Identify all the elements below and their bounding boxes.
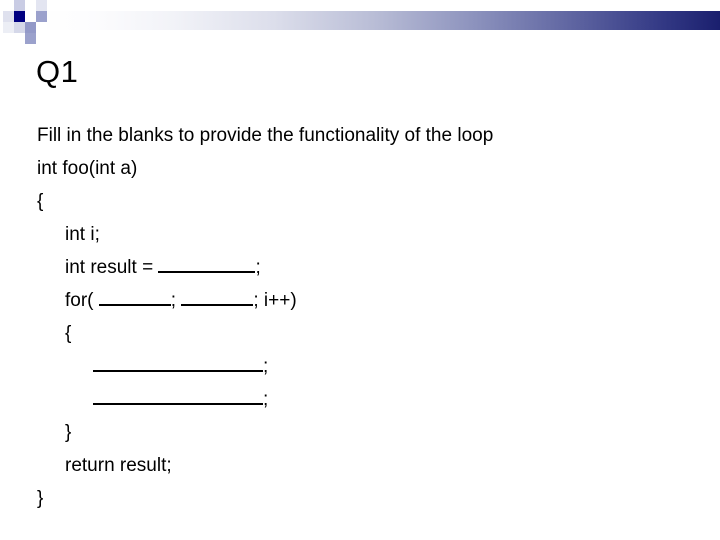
decor-square (3, 22, 14, 33)
slide: Q1 Fill in the blanks to provide the fun… (0, 0, 720, 540)
slide-header-decoration (0, 0, 720, 44)
code-text: ; (263, 389, 269, 410)
code-line: { (37, 185, 687, 218)
code-text: { (37, 191, 44, 212)
blank-field-for-init[interactable] (98, 289, 171, 306)
blank-field-body-2[interactable] (93, 388, 263, 405)
prompt-text: Fill in the blanks to provide the functi… (37, 125, 494, 146)
code-text: int result = (65, 257, 159, 278)
code-text: } (37, 488, 44, 509)
code-text: ; i++) (253, 290, 297, 311)
header-gradient-bar (0, 11, 720, 30)
decor-square (36, 11, 47, 22)
code-line: } (37, 482, 687, 515)
decor-square (3, 11, 14, 22)
code-text: int foo(int a) (37, 158, 138, 179)
code-text: ; (170, 290, 182, 311)
code-line-for: for( ; ; i++) (37, 284, 687, 317)
blank-field-for-condition[interactable] (181, 289, 254, 306)
decor-square (14, 0, 25, 11)
code-text: } (65, 422, 72, 443)
code-line: int foo(int a) (37, 152, 687, 185)
decor-square (14, 22, 25, 33)
decor-square (25, 22, 36, 33)
decor-square (25, 33, 36, 44)
code-line: int i; (37, 218, 687, 251)
decor-square (36, 22, 47, 33)
code-line: return result; (37, 449, 687, 482)
slide-body: Fill in the blanks to provide the functi… (37, 119, 687, 515)
decor-square-accent (14, 11, 25, 22)
blank-field-result[interactable] (158, 256, 256, 273)
code-text: int i; (65, 224, 100, 245)
page-title: Q1 (36, 54, 79, 89)
code-text: { (65, 323, 72, 344)
code-text: ; (255, 257, 261, 278)
code-line: } (37, 416, 687, 449)
code-line-body-1: ; (37, 350, 687, 383)
decor-square (36, 0, 47, 11)
code-line-result: int result = ; (37, 251, 687, 284)
decor-square (25, 11, 36, 22)
code-text: return result; (65, 455, 172, 476)
code-line: { (37, 317, 687, 350)
code-text: for( (65, 290, 99, 311)
blank-field-body-1[interactable] (93, 355, 263, 372)
code-line-body-2: ; (37, 383, 687, 416)
code-text: ; (263, 356, 269, 377)
